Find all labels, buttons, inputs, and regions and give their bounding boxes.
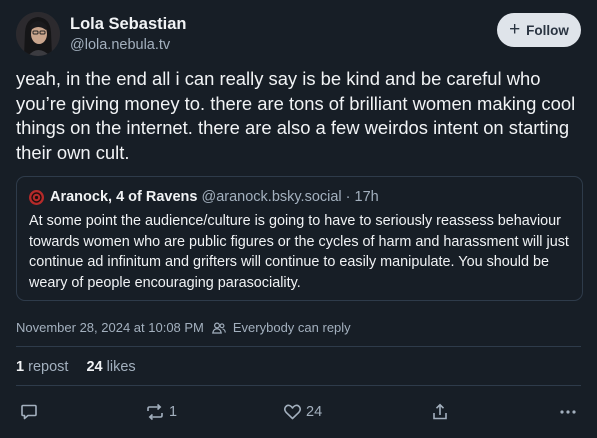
post-header: Lola Sebastian @lola.nebula.tv + Follow	[16, 12, 581, 58]
quoted-post[interactable]: Aranock, 4 of Ravens @aranock.bsky.socia…	[16, 176, 583, 301]
reply-audience[interactable]: Everybody can reply	[233, 320, 351, 335]
quoted-avatar-image	[29, 189, 44, 205]
ellipsis-icon	[560, 410, 576, 414]
repost-button[interactable]: 1	[145, 399, 177, 425]
like-button[interactable]: 24	[283, 399, 322, 425]
likes-count: 24	[86, 359, 103, 375]
reposts-count: 1	[16, 359, 25, 375]
follow-button-label: Follow	[526, 22, 569, 38]
avatar-image	[16, 12, 60, 56]
reply-icon	[21, 404, 37, 420]
author-avatar[interactable]	[16, 12, 60, 56]
reposts-label: repost	[28, 359, 69, 375]
action-bar: 1 24	[0, 399, 597, 425]
reposts-stat[interactable]: 1 repost	[16, 359, 68, 375]
post-thread-view: Lola Sebastian @lola.nebula.tv + Follow …	[0, 0, 597, 438]
post-stats: 1 repost 24 likes	[16, 359, 150, 375]
likes-stat[interactable]: 24 likes	[86, 359, 135, 375]
divider	[16, 346, 581, 347]
quoted-time[interactable]: 17h	[355, 189, 379, 205]
people-icon	[211, 321, 226, 334]
follow-button[interactable]: + Follow	[497, 13, 581, 47]
quoted-separator: ·	[345, 189, 351, 205]
share-button[interactable]	[431, 399, 449, 425]
post-meta: November 28, 2024 at 10:08 PM Everybody …	[16, 320, 351, 335]
author-handle[interactable]: @lola.nebula.tv	[70, 37, 170, 53]
plus-icon: +	[509, 18, 521, 40]
more-options-button[interactable]	[559, 399, 577, 425]
share-icon	[433, 403, 447, 420]
divider	[16, 385, 581, 386]
quoted-author-avatar	[29, 189, 44, 205]
quoted-author-name[interactable]: Aranock, 4 of Ravens	[50, 189, 197, 205]
post-timestamp: November 28, 2024 at 10:08 PM	[16, 320, 204, 335]
repost-count: 1	[169, 404, 178, 420]
people-icon-svg	[211, 321, 226, 334]
quoted-author-handle[interactable]: @aranock.bsky.social	[201, 189, 341, 205]
quoted-post-text: At some point the audience/culture is go…	[29, 213, 569, 291]
reply-button[interactable]	[20, 399, 38, 425]
heart-icon	[283, 404, 302, 420]
post-text: yeah, in the end all i can really say is…	[16, 68, 576, 163]
quoted-post-header: Aranock, 4 of Ravens @aranock.bsky.socia…	[29, 187, 570, 207]
likes-label: likes	[106, 359, 136, 375]
like-count: 24	[306, 404, 323, 420]
repost-icon	[147, 403, 163, 421]
author-name[interactable]: Lola Sebastian	[70, 15, 186, 34]
